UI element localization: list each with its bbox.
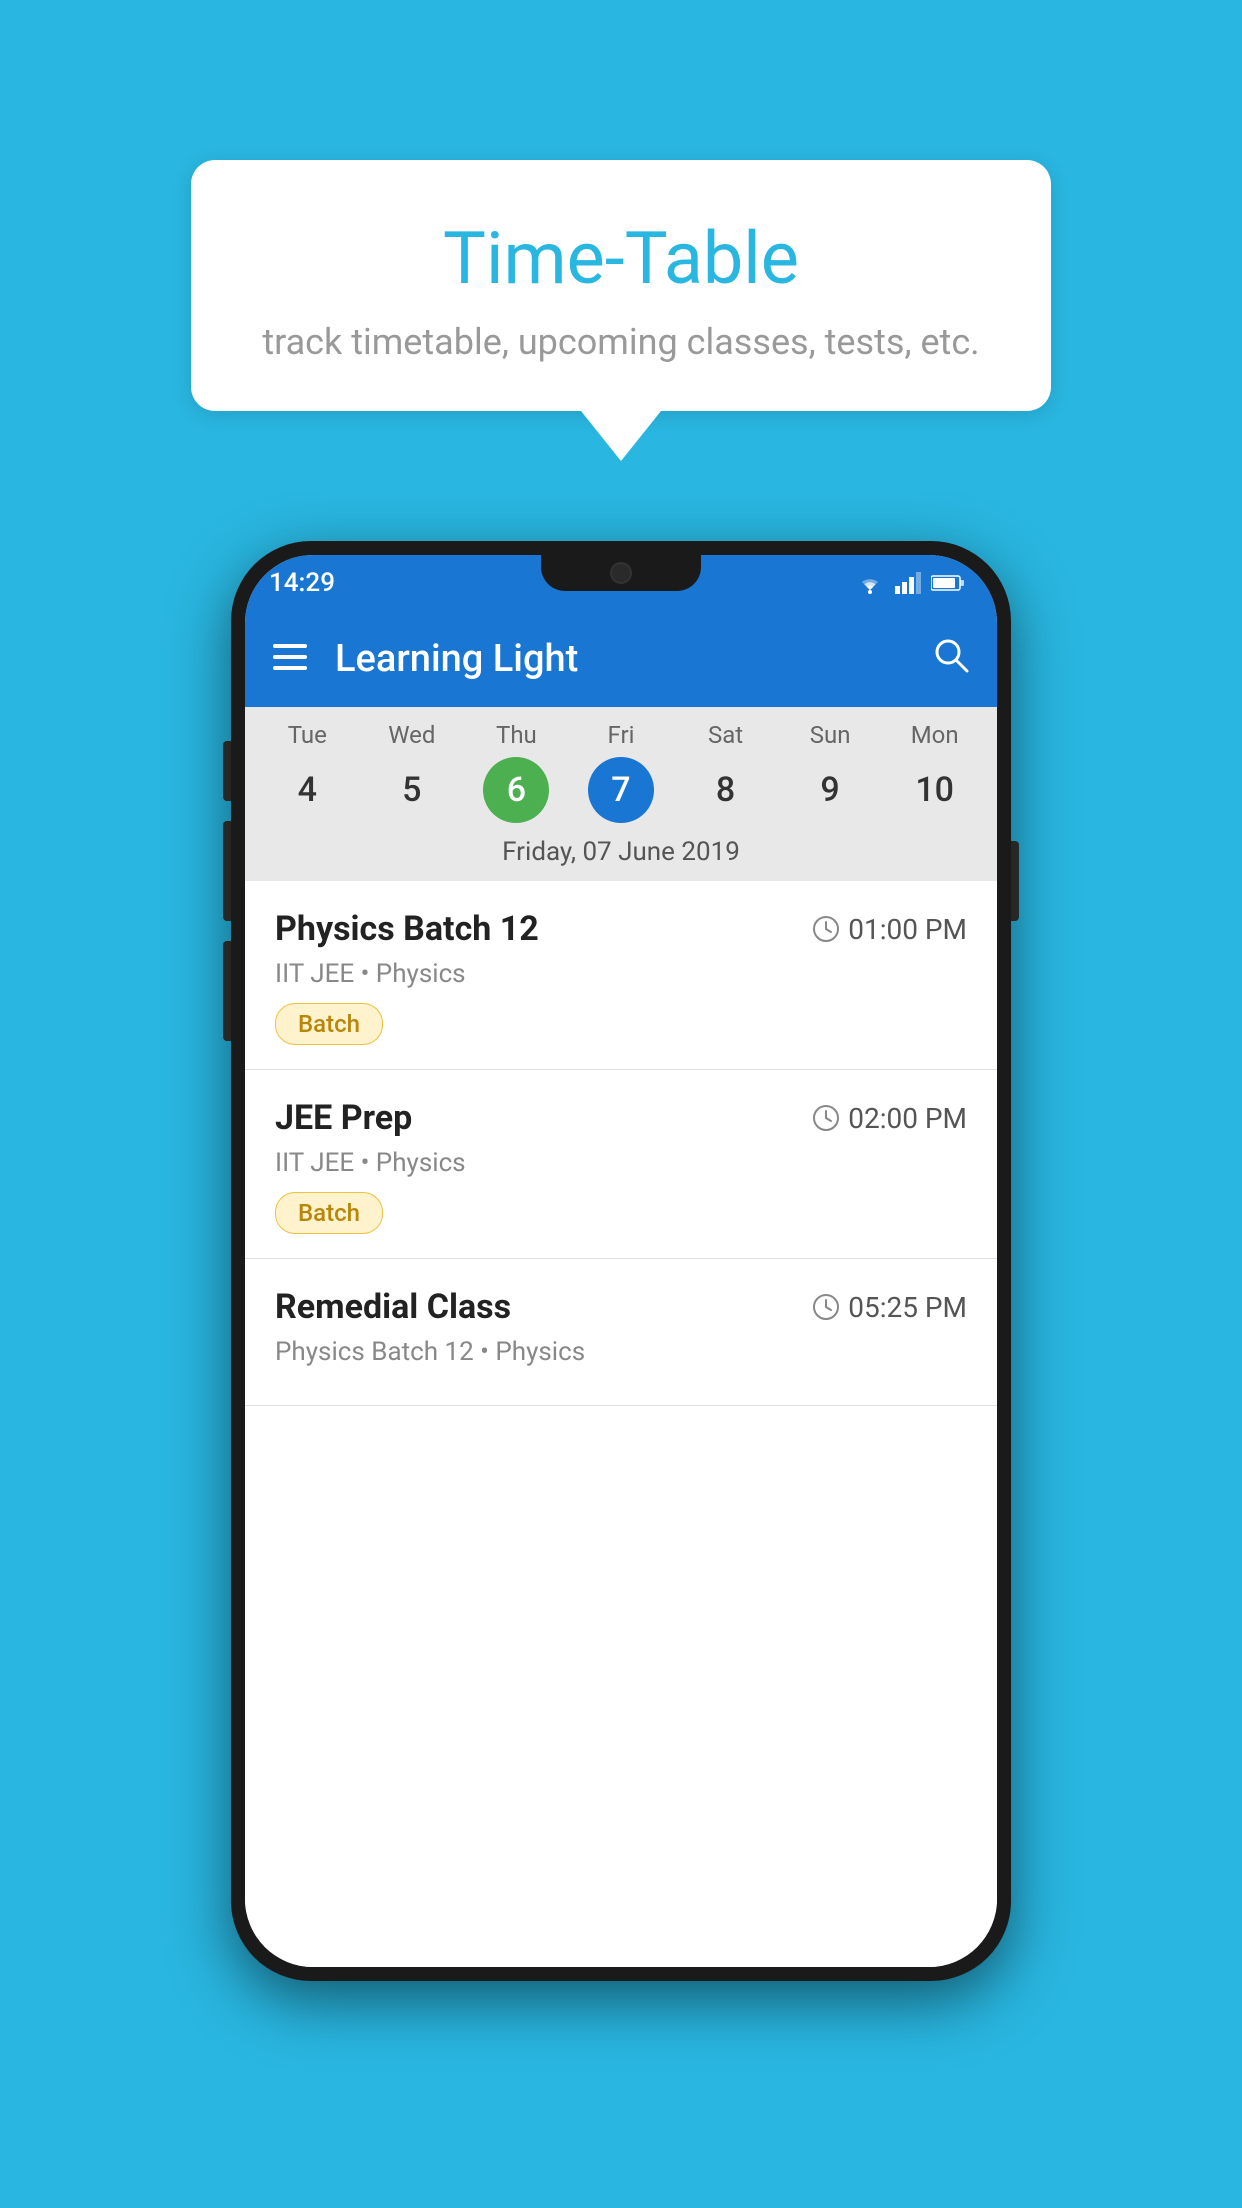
clock-icon — [812, 915, 840, 943]
day-number[interactable]: 5 — [379, 757, 445, 823]
schedule-item-time: 02:00 PM — [812, 1102, 967, 1135]
speech-bubble-wrapper: Time-Table track timetable, upcoming cla… — [191, 160, 1051, 461]
wifi-icon — [855, 572, 885, 594]
day-column[interactable]: Wed 5 — [368, 721, 456, 823]
schedule-item-subtitle: IIT JEE • Physics — [275, 959, 967, 989]
schedule-item-header: Remedial Class 05:25 PM — [275, 1287, 967, 1327]
schedule-list: Physics Batch 12 01:00 PM IIT JEE • Physi… — [245, 881, 997, 1967]
day-column[interactable]: Tue 4 — [263, 721, 351, 823]
phone-notch — [541, 555, 701, 591]
volume-mute-button — [223, 741, 231, 801]
schedule-item-header: JEE Prep 02:00 PM — [275, 1098, 967, 1138]
selected-date-label: Friday, 07 June 2019 — [245, 829, 997, 881]
power-button — [1011, 841, 1019, 921]
schedule-item-time: 05:25 PM — [812, 1291, 967, 1324]
day-number[interactable]: 9 — [797, 757, 863, 823]
app-title: Learning Light — [335, 637, 933, 681]
day-column[interactable]: Fri 7 — [577, 721, 665, 823]
days-row: Tue 4 Wed 5 Thu 6 Fri 7 Sat 8 Sun 9 Mon 10 — [245, 707, 997, 829]
day-label: Thu — [496, 721, 537, 749]
day-number[interactable]: 7 — [588, 757, 654, 823]
day-label: Mon — [911, 721, 959, 749]
hamburger-icon[interactable] — [273, 643, 307, 675]
schedule-item-subtitle: IIT JEE • Physics — [275, 1148, 967, 1178]
schedule-item-title: JEE Prep — [275, 1098, 412, 1138]
day-label: Fri — [608, 721, 635, 749]
day-column[interactable]: Sun 9 — [786, 721, 874, 823]
day-label: Sat — [708, 721, 743, 749]
day-column[interactable]: Mon 10 — [891, 721, 979, 823]
day-label: Tue — [288, 721, 327, 749]
volume-up-button — [223, 821, 231, 921]
day-number[interactable]: 10 — [902, 757, 968, 823]
day-column[interactable]: Thu 6 — [472, 721, 560, 823]
status-time: 14:29 — [269, 568, 335, 598]
batch-badge: Batch — [275, 1192, 383, 1234]
front-camera — [610, 562, 632, 584]
batch-badge: Batch — [275, 1003, 383, 1045]
phone-screen: 14:29 — [245, 555, 997, 1967]
schedule-item[interactable]: Remedial Class 05:25 PM Physics Batch 12 … — [245, 1259, 997, 1406]
day-number[interactable]: 8 — [693, 757, 759, 823]
app-bar: Learning Light — [245, 611, 997, 707]
speech-bubble: Time-Table track timetable, upcoming cla… — [191, 160, 1051, 411]
schedule-item-subtitle: Physics Batch 12 • Physics — [275, 1337, 967, 1367]
signal-icon — [895, 572, 921, 594]
phone-mockup: 14:29 — [231, 541, 1011, 1981]
schedule-item-time: 01:00 PM — [812, 913, 967, 946]
day-label: Sun — [810, 721, 851, 749]
clock-icon — [812, 1293, 840, 1321]
speech-bubble-title: Time-Table — [251, 216, 991, 301]
schedule-item[interactable]: JEE Prep 02:00 PM IIT JEE • Physics Batch — [245, 1070, 997, 1259]
clock-icon — [812, 1104, 840, 1132]
status-icons — [855, 572, 965, 594]
calendar-strip: Tue 4 Wed 5 Thu 6 Fri 7 Sat 8 Sun 9 Mon 10 Friday, 07… — [245, 707, 997, 881]
day-column[interactable]: Sat 8 — [682, 721, 770, 823]
battery-icon — [931, 574, 965, 592]
schedule-item-header: Physics Batch 12 01:00 PM — [275, 909, 967, 949]
day-number[interactable]: 4 — [274, 757, 340, 823]
schedule-item[interactable]: Physics Batch 12 01:00 PM IIT JEE • Physi… — [245, 881, 997, 1070]
speech-bubble-subtitle: track timetable, upcoming classes, tests… — [251, 321, 991, 363]
day-number[interactable]: 6 — [483, 757, 549, 823]
speech-bubble-arrow — [581, 411, 661, 461]
schedule-item-title: Remedial Class — [275, 1287, 511, 1327]
search-icon[interactable] — [933, 637, 969, 682]
phone-outer: 14:29 — [231, 541, 1011, 1981]
schedule-item-title: Physics Batch 12 — [275, 909, 539, 949]
volume-down-button — [223, 941, 231, 1041]
day-label: Wed — [388, 721, 435, 749]
